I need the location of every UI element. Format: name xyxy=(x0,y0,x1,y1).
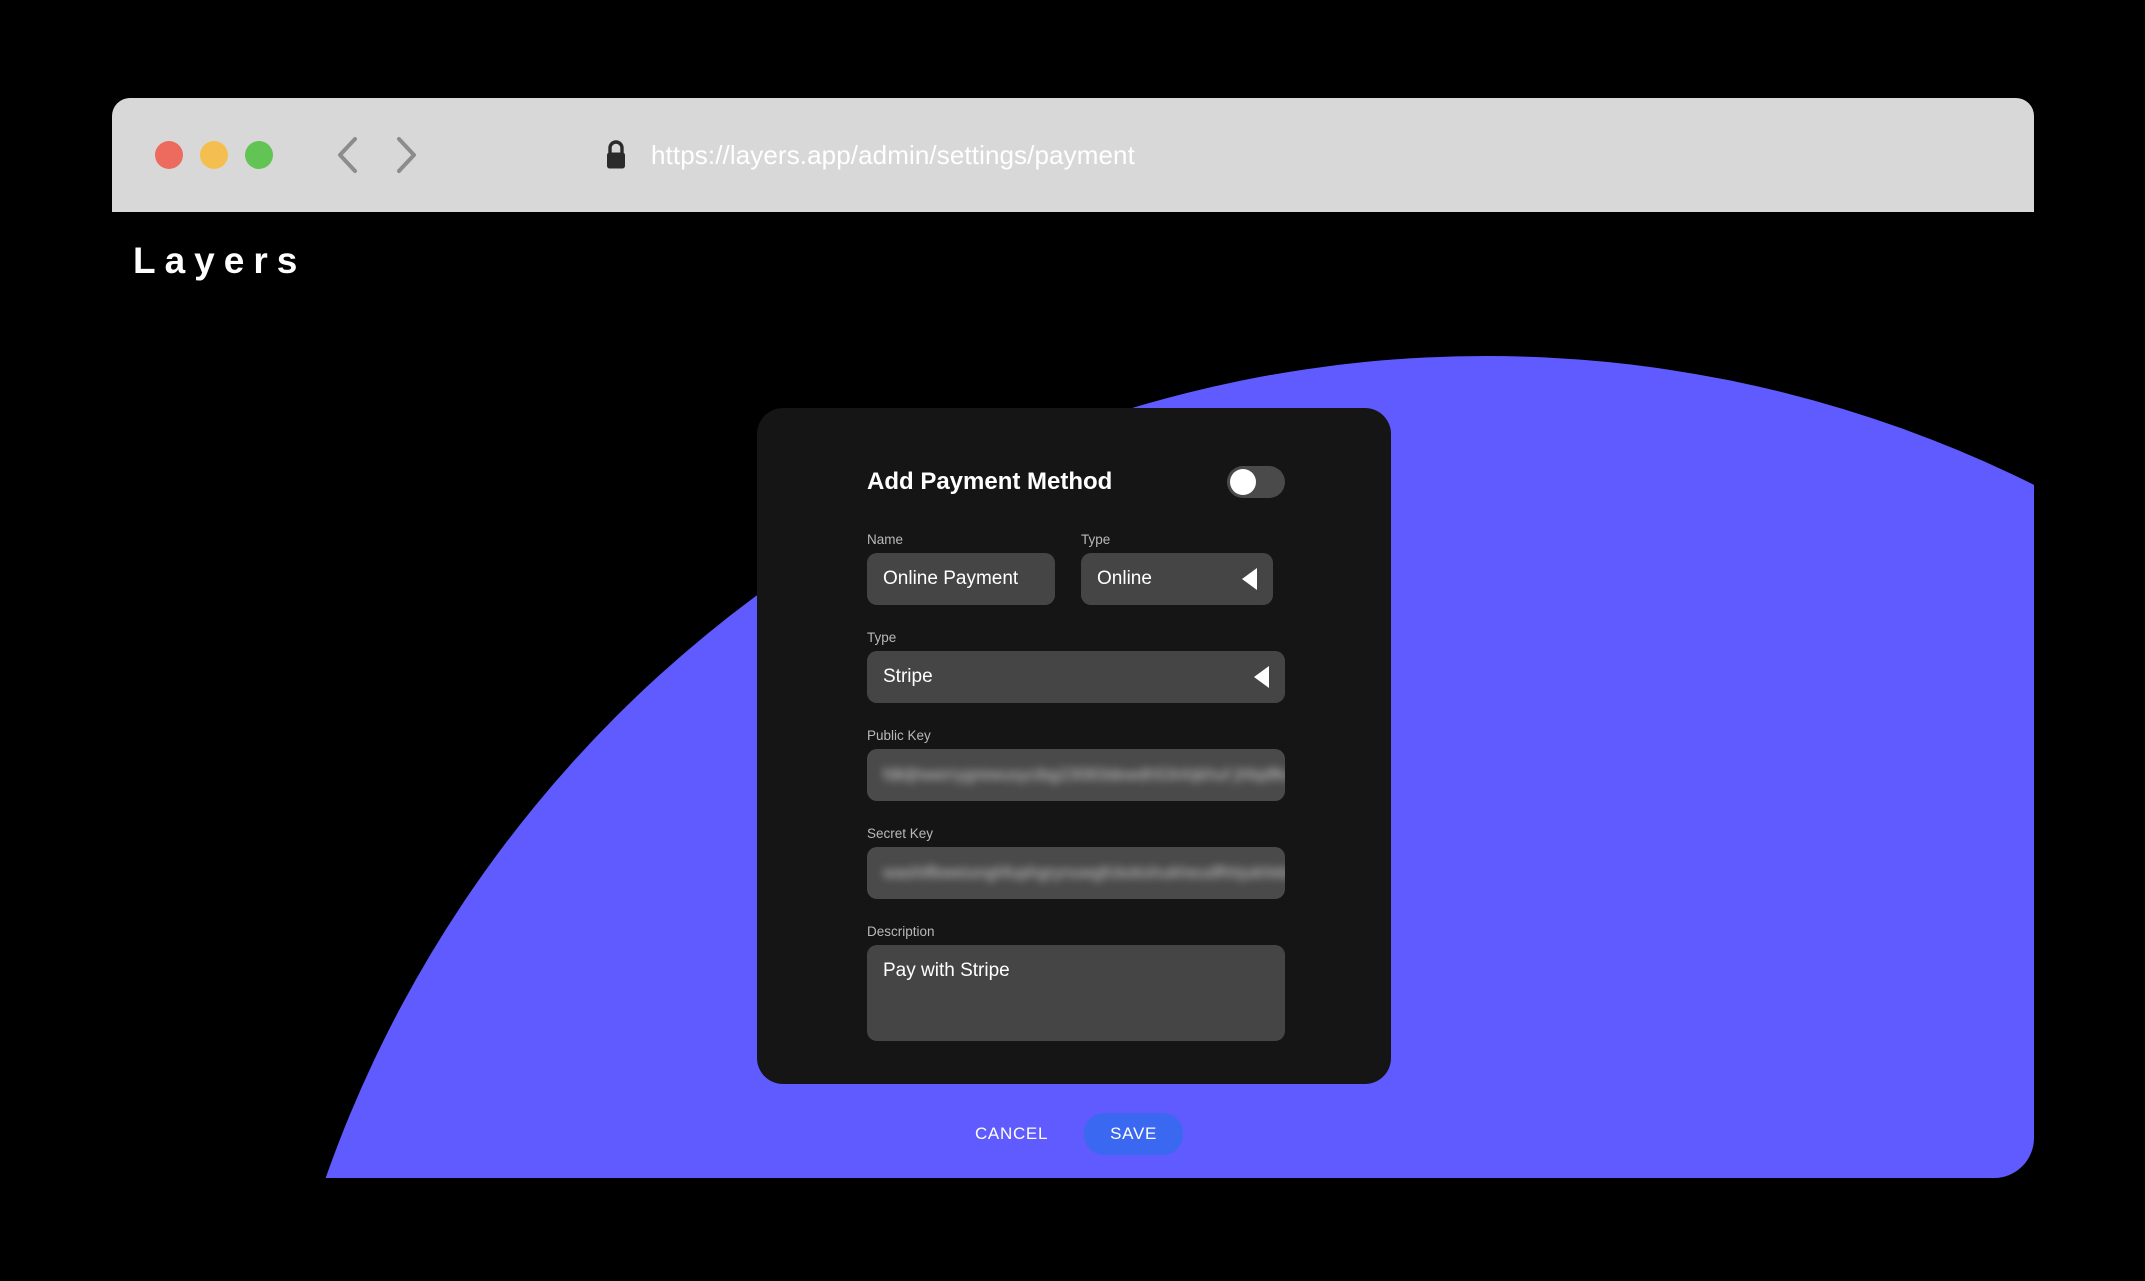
secret-key-input[interactable]: washtfbweiunghfuphgrynuwgfcbokshukheudfh… xyxy=(867,847,1285,899)
secret-key-label: Secret Key xyxy=(867,826,934,841)
url-text: https://layers.app/admin/settings/paymen… xyxy=(651,139,1135,170)
dialog-title: Add Payment Method xyxy=(867,468,1113,495)
caret-left-icon xyxy=(1242,568,1257,590)
cancel-button[interactable]: CANCEL xyxy=(969,1114,1054,1154)
dialog-content: Add Payment Method Name Online Payment T… xyxy=(867,408,1285,1155)
enabled-toggle[interactable] xyxy=(1227,466,1285,498)
channel-type-label: Type xyxy=(1081,532,1111,547)
channel-type-select[interactable]: Online xyxy=(1081,553,1273,605)
lock-icon xyxy=(603,139,629,171)
browser-nav-arrows xyxy=(333,135,421,175)
save-button[interactable]: SAVE xyxy=(1084,1113,1184,1155)
public-key-label: Public Key xyxy=(867,728,931,743)
description-value: Pay with Stripe xyxy=(883,960,1010,981)
page-viewport: Layers Add Payment Method Name Online Pa… xyxy=(112,212,2034,1178)
caret-left-icon xyxy=(1254,666,1269,688)
close-window-button[interactable] xyxy=(155,141,183,169)
provider-type-select[interactable]: Stripe xyxy=(867,651,1285,703)
name-field-group: Name Online Payment xyxy=(867,532,1055,605)
brand-logo: Layers xyxy=(133,240,307,281)
public-key-field-group: Public Key fdkljhwerrygrewusycibg23083de… xyxy=(867,728,1285,801)
channel-type-field-group: Type Online xyxy=(1081,532,1273,605)
secret-key-value: washtfbweiunghfuphgrynuwgfcbokshukheudfh… xyxy=(883,863,1285,882)
description-field-group: Description Pay with Stripe xyxy=(867,924,1285,1041)
minimize-window-button[interactable] xyxy=(200,141,228,169)
name-type-row: Name Online Payment Type Online xyxy=(867,532,1285,605)
toggle-knob xyxy=(1230,469,1256,495)
maximize-window-button[interactable] xyxy=(245,141,273,169)
provider-type-label: Type xyxy=(867,630,897,645)
channel-type-value: Online xyxy=(1097,568,1152,589)
name-label: Name xyxy=(867,532,904,547)
back-chevron-icon[interactable] xyxy=(333,135,363,175)
description-textarea[interactable]: Pay with Stripe xyxy=(867,945,1285,1041)
public-key-value: fdkljhwerrygrewusycibg23083dewdh53nhjkhu… xyxy=(883,765,1285,784)
provider-type-field-group: Type Stripe xyxy=(867,630,1285,703)
browser-titlebar: https://layers.app/admin/settings/paymen… xyxy=(112,98,2034,212)
name-input-value: Online Payment xyxy=(883,568,1019,589)
dialog-header: Add Payment Method xyxy=(867,408,1285,498)
add-payment-method-dialog: Add Payment Method Name Online Payment T… xyxy=(757,408,1391,1155)
browser-window: https://layers.app/admin/settings/paymen… xyxy=(112,98,2034,1178)
dialog-actions: CANCEL SAVE xyxy=(867,1113,1285,1155)
secret-key-field-group: Secret Key washtfbweiunghfuphgrynuwgfcbo… xyxy=(867,826,1285,899)
name-input[interactable]: Online Payment xyxy=(867,553,1055,605)
screen: https://layers.app/admin/settings/paymen… xyxy=(0,0,2145,1281)
public-key-input[interactable]: fdkljhwerrygrewusycibg23083dewdh53nhjkhu… xyxy=(867,749,1285,801)
address-bar[interactable]: https://layers.app/admin/settings/paymen… xyxy=(603,139,1135,171)
forward-chevron-icon[interactable] xyxy=(391,135,421,175)
description-label: Description xyxy=(867,924,935,939)
traffic-lights xyxy=(155,141,273,169)
provider-type-value: Stripe xyxy=(883,666,933,687)
